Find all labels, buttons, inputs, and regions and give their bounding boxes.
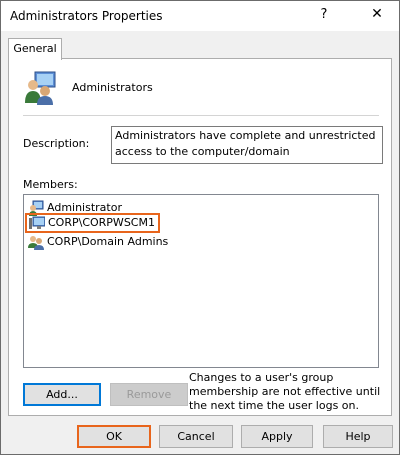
computer-icon — [29, 216, 45, 229]
member-name: CORP\Domain Admins — [47, 235, 169, 248]
users-group-icon — [28, 236, 44, 250]
group-name: Administrators — [72, 81, 153, 94]
description-field[interactable]: Administrators have complete and unrestr… — [111, 126, 383, 164]
add-button[interactable]: Add... — [23, 383, 101, 406]
list-item[interactable]: CORP\CORPWSCM1 — [25, 213, 160, 233]
title-bar: Administrators Properties ? ✕ — [1, 1, 399, 31]
window-title: Administrators Properties — [10, 9, 163, 23]
help-button[interactable]: Help — [323, 425, 393, 448]
separator — [23, 115, 379, 116]
members-list[interactable]: Administrator CORP\CORPWSCM1 CORP\Domain… — [23, 194, 379, 368]
cancel-button[interactable]: Cancel — [159, 425, 233, 448]
membership-note: Changes to a user's group membership are… — [189, 371, 381, 412]
list-item[interactable]: CORP\Domain Admins — [28, 233, 168, 251]
member-name: CORP\CORPWSCM1 — [48, 216, 155, 229]
users-group-icon — [25, 71, 56, 105]
general-panel: Administrators Description: Administrato… — [8, 58, 392, 416]
close-button[interactable]: ✕ — [367, 6, 387, 26]
tab-general[interactable]: General — [8, 38, 62, 60]
apply-button[interactable]: Apply — [241, 425, 313, 448]
members-label: Members: — [23, 178, 78, 191]
description-label: Description: — [23, 137, 90, 150]
remove-button[interactable]: Remove — [110, 383, 188, 406]
properties-dialog: Administrators Properties ? ✕ General Ad… — [0, 0, 400, 455]
ok-button[interactable]: OK — [77, 425, 151, 448]
help-title-button[interactable]: ? — [316, 7, 332, 25]
